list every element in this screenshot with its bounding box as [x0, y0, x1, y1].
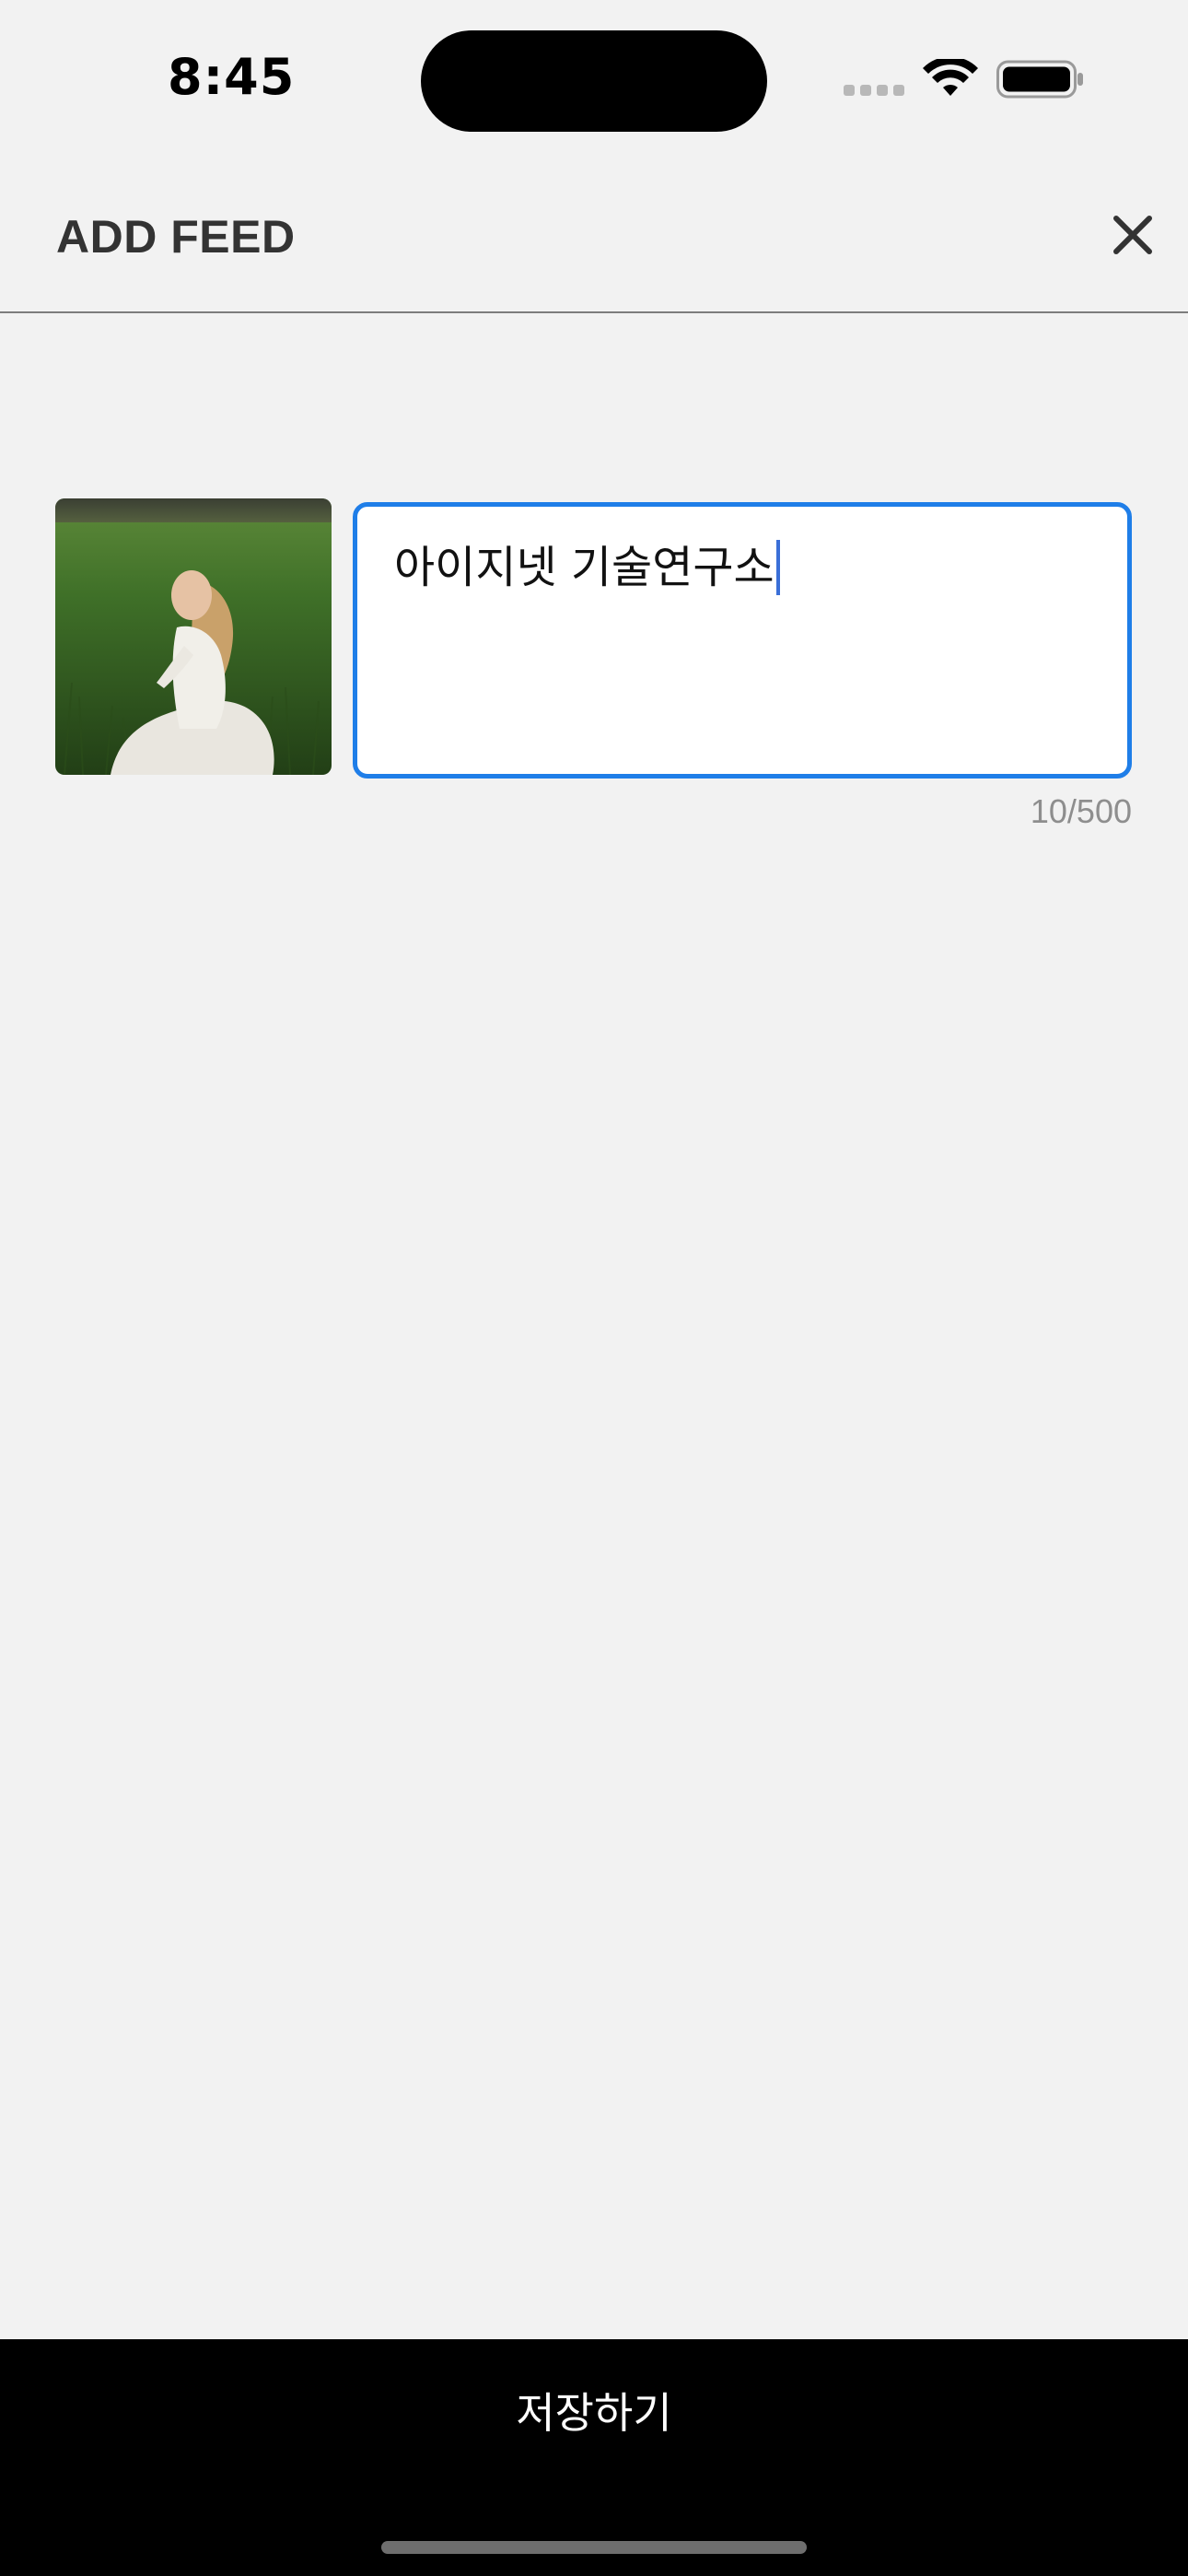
battery-icon [996, 60, 1083, 99]
home-indicator [381, 2541, 807, 2554]
save-button[interactable]: 저장하기 [0, 2339, 1188, 2487]
page-title: ADD FEED [56, 211, 296, 263]
status-time: 8:45 [168, 48, 296, 106]
dynamic-island [421, 30, 767, 132]
character-counter: 10/500 [1030, 792, 1132, 830]
feed-photo-thumbnail[interactable] [55, 498, 332, 775]
status-bar: 8:45 [0, 0, 1188, 157]
text-caret [775, 540, 780, 595]
close-button[interactable] [1105, 207, 1160, 263]
wifi-icon [923, 59, 978, 96]
bottom-save-bar: 저장하기 [0, 2339, 1188, 2576]
caption-input[interactable]: 아이지넷 기술연구소 [353, 502, 1132, 779]
photo-woman-in-grass [55, 498, 332, 775]
app-header: ADD FEED [0, 157, 1188, 313]
close-icon [1113, 216, 1152, 254]
cellular-signal-icon [844, 85, 906, 98]
caption-input-value: 아이지넷 기술연구소 [394, 542, 775, 593]
